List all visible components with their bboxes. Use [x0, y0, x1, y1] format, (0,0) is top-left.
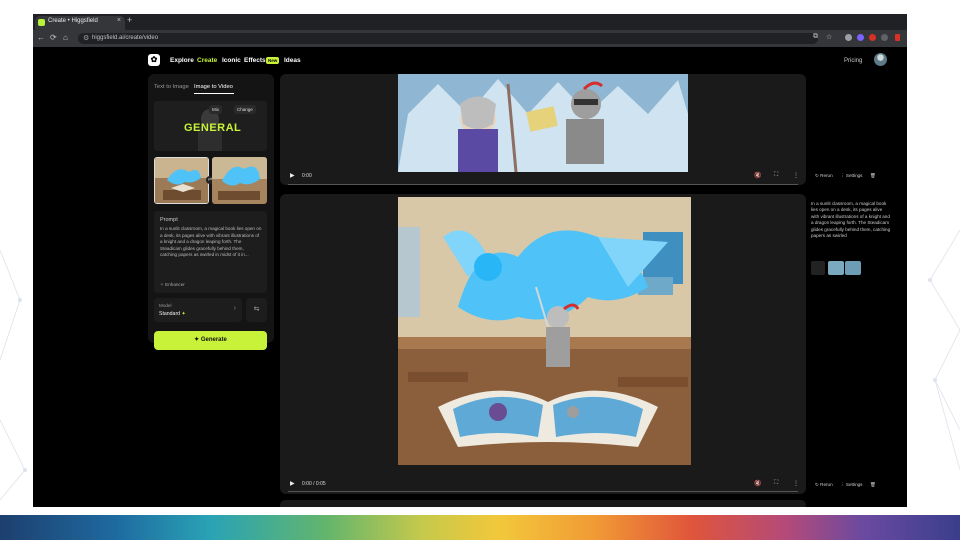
change-preset-button[interactable]: Change: [234, 105, 256, 114]
more-options-icon[interactable]: ⋮: [793, 480, 799, 487]
video-player[interactable]: [398, 74, 688, 172]
fullscreen-icon[interactable]: ⛶: [774, 172, 778, 179]
chevron-right-icon: ›: [233, 305, 236, 312]
generate-button[interactable]: ✦ Generate: [154, 331, 267, 350]
video-frame-image: [398, 197, 691, 465]
menu-icon[interactable]: [895, 34, 900, 41]
video-card: ▶ 0:00 🔇 ⛶ ⋮: [280, 74, 806, 185]
model-label: Model: [159, 303, 172, 308]
site-info-icon[interactable]: ⚙: [83, 34, 89, 42]
close-tab-icon[interactable]: ×: [117, 17, 121, 24]
fullscreen-icon[interactable]: ⛶: [774, 480, 778, 487]
extension-icon[interactable]: [869, 34, 876, 41]
motion-preset-card[interactable]: Mix Change GENERAL: [154, 101, 267, 151]
profile-icon[interactable]: [881, 34, 888, 41]
generate-label: Generate: [200, 337, 227, 343]
app-logo[interactable]: ✿: [148, 54, 160, 66]
tab-text-to-image[interactable]: Text to Image: [154, 84, 189, 90]
mute-icon[interactable]: 🔇: [754, 172, 761, 179]
mute-icon[interactable]: 🔇: [754, 480, 761, 487]
address-bar[interactable]: ⚙ higgsfield.ai/create/video: [78, 33, 818, 44]
sparkle-icon: ✦: [181, 311, 186, 317]
video-card: ▶ 0:00 / 0:05 🔇 ⛶ ⋮: [280, 194, 806, 494]
create-panel: Text to Image Image to Video Mix Change …: [148, 74, 274, 350]
end-frame-mini: [845, 261, 861, 275]
prompt-label: Prompt: [160, 217, 178, 223]
end-frame-image[interactable]: [212, 157, 267, 204]
start-frame-image[interactable]: [154, 157, 209, 204]
avatar[interactable]: [874, 53, 887, 66]
new-badge: New: [266, 57, 280, 64]
play-icon[interactable]: ▶: [290, 172, 295, 179]
start-frame-mini: [828, 261, 844, 275]
extension-icon[interactable]: [857, 34, 864, 41]
browser-toolbar: ← ⟳ ⌂ ⚙ higgsfield.ai/create/video ⧉ ☆: [33, 30, 907, 47]
preset-title: GENERAL: [184, 122, 242, 134]
prompt-box[interactable]: Prompt In a sunlit classroom, a magical …: [154, 211, 267, 293]
browser-tab[interactable]: Create • Higgsfield ×: [35, 16, 125, 30]
settings-button[interactable]: ⋮ Settings: [840, 173, 862, 179]
video-player[interactable]: [398, 197, 691, 465]
more-options-icon[interactable]: ⋮: [793, 172, 799, 179]
nav-ideas[interactable]: Ideas: [284, 57, 301, 64]
browser-tab-bar: Create • Higgsfield × +: [33, 14, 907, 30]
pricing-link[interactable]: Pricing: [844, 58, 862, 64]
favicon-icon: [38, 19, 45, 26]
model-selector[interactable]: Model Standard ✦ ›: [154, 298, 242, 322]
progress-track[interactable]: [288, 491, 798, 492]
video-time: 0:00 / 0:05: [302, 481, 326, 487]
rerun-button[interactable]: ↻ Rerun: [815, 173, 833, 179]
preset-mix-chip[interactable]: Mix: [209, 105, 222, 114]
video-time: 0:00: [302, 173, 312, 179]
progress-track[interactable]: [288, 184, 798, 185]
bookmark-star-icon[interactable]: ☆: [826, 33, 832, 41]
video-frame-image: [398, 74, 688, 172]
nav-create[interactable]: Create: [197, 57, 217, 64]
extension-icon[interactable]: [845, 34, 852, 41]
reload-icon[interactable]: ⟳: [50, 33, 57, 42]
settings-button[interactable]: ⋮ Settings: [840, 482, 862, 488]
enhancer-toggle[interactable]: ✧ Enhancer: [160, 282, 185, 288]
prompt-textarea[interactable]: In a sunlit classroom, a magical book li…: [160, 226, 262, 274]
back-icon[interactable]: ←: [37, 33, 45, 42]
delete-icon[interactable]: 🗑: [870, 482, 876, 488]
home-icon[interactable]: ⌂: [63, 33, 68, 42]
url-text: higgsfield.ai/create/video: [92, 35, 159, 41]
nav-explore[interactable]: Explore: [170, 57, 194, 64]
install-icon[interactable]: ⧉: [813, 33, 818, 41]
active-tab-indicator: [194, 93, 234, 94]
slide-rainbow-bar: [0, 515, 960, 540]
screenshot-window: Create • Higgsfield × + ← ⟳ ⌂ ⚙ higgsfie…: [33, 14, 907, 507]
advanced-settings-button[interactable]: ⇆: [246, 298, 267, 322]
preset-mini-thumb: [811, 261, 825, 275]
nav-effects[interactable]: Effects: [244, 57, 266, 64]
model-value: Standard ✦: [159, 311, 186, 317]
video-controls: ▶ 0:00 / 0:05 🔇 ⛶ ⋮: [280, 478, 806, 492]
new-tab-icon[interactable]: +: [127, 15, 132, 25]
tab-image-to-video[interactable]: Image to Video: [194, 84, 233, 90]
nav-iconic[interactable]: Iconic: [222, 57, 241, 64]
video-controls: ▶ 0:00 🔇 ⛶ ⋮: [280, 170, 806, 185]
video-prompt-text: In a sunlit classroom, a magical book li…: [811, 201, 891, 239]
play-icon[interactable]: ▶: [290, 480, 295, 487]
tab-title: Create • Higgsfield: [48, 18, 98, 24]
app-header: ✿ Explore Create Iconic Effects New Idea…: [33, 47, 907, 73]
delete-icon[interactable]: 🗑: [870, 173, 876, 179]
video-card: [280, 500, 806, 507]
rerun-button[interactable]: ↻ Rerun: [815, 482, 833, 488]
enhancer-label: Enhancer: [165, 282, 185, 287]
